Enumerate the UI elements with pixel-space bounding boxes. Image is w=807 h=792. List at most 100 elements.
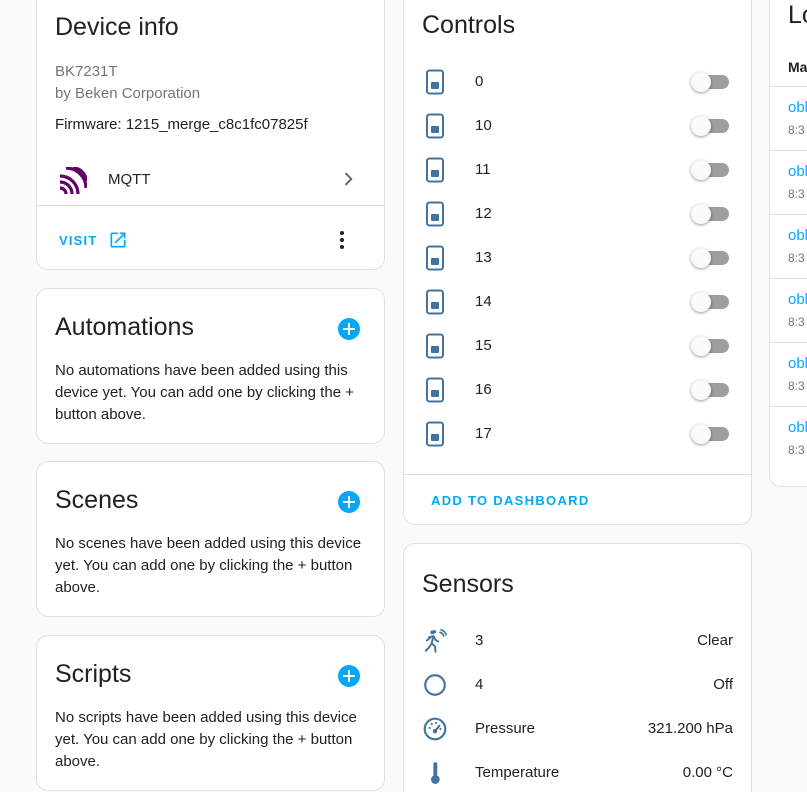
sensor-value: 0.00 °C: [682, 764, 733, 781]
scenes-empty-text: No scenes have been added using this dev…: [55, 535, 362, 596]
control-label: 10: [475, 117, 492, 134]
circle-outline-icon: [424, 674, 446, 696]
automations-card: Automations No automations have been add…: [36, 288, 385, 444]
sensor-row[interactable]: Pressure 321.200 hPa: [404, 707, 751, 751]
logbook-entry-name[interactable]: obl: [788, 227, 807, 244]
scenes-title: Scenes: [55, 486, 139, 514]
logbook-entry-time: 8:3: [788, 379, 805, 393]
control-label: 16: [475, 381, 492, 398]
light-switch-icon: [426, 377, 444, 403]
sensor-value: Clear: [697, 632, 733, 649]
control-toggle[interactable]: [691, 292, 729, 312]
gauge-icon: [423, 717, 447, 741]
sensor-label: Pressure: [475, 720, 536, 737]
control-label: 12: [475, 205, 492, 222]
logbook-card: Lo Ma obl 8:3 obl 8:3 obl 8:3 obl 8:3 ob…: [769, 0, 807, 487]
add-script-button[interactable]: [338, 665, 360, 687]
light-switch-icon: [426, 201, 444, 227]
logbook-entry[interactable]: obl 8:3: [770, 406, 807, 470]
device-info-title: Device info: [55, 13, 179, 41]
open-in-new-icon: [110, 232, 126, 248]
control-row[interactable]: 14: [404, 280, 751, 324]
sensor-row[interactable]: Temperature 0.00 °C: [404, 751, 751, 792]
logbook-entry[interactable]: obl 8:3: [770, 214, 807, 278]
control-toggle[interactable]: [691, 336, 729, 356]
scripts-empty-text: No scripts have been added using this de…: [55, 709, 357, 770]
mqtt-logo-icon: [59, 167, 87, 195]
control-row[interactable]: 13: [404, 236, 751, 280]
control-row[interactable]: 12: [404, 192, 751, 236]
control-toggle[interactable]: [691, 204, 729, 224]
add-scene-button[interactable]: [338, 491, 360, 513]
logbook-entry[interactable]: obl 8:3: [770, 150, 807, 214]
sensors-list: 3 Clear 4 Off Pressure 321.200 hPa Tempe…: [404, 619, 751, 792]
control-row[interactable]: 17: [404, 412, 751, 456]
logbook-entry-name[interactable]: obl: [788, 99, 807, 116]
light-switch-icon: [426, 69, 444, 95]
control-toggle[interactable]: [691, 424, 729, 444]
integration-mqtt-row[interactable]: MQTT: [37, 157, 384, 203]
sensor-row[interactable]: 4 Off: [404, 663, 751, 707]
control-row[interactable]: 16: [404, 368, 751, 412]
logbook-entry-time: 8:3: [788, 251, 805, 265]
controls-card: Controls 0 10 11 12 13 14 15 16 17 ADD T…: [403, 0, 752, 525]
control-label: 13: [475, 249, 492, 266]
control-row[interactable]: 0: [404, 60, 751, 104]
chevron-right-icon: [344, 172, 353, 186]
light-switch-icon: [426, 333, 444, 359]
control-label: 15: [475, 337, 492, 354]
logbook-entry-time: 8:3: [788, 187, 805, 201]
logbook-entry-name[interactable]: obl: [788, 291, 807, 308]
light-switch-icon: [426, 157, 444, 183]
integration-label: MQTT: [108, 171, 151, 188]
control-toggle[interactable]: [691, 160, 729, 180]
automations-empty-text: No automations have been added using thi…: [55, 362, 354, 423]
logbook-entry-time: 8:3: [788, 123, 805, 137]
scripts-card: Scripts No scripts have been added using…: [36, 635, 385, 791]
device-firmware: Firmware: 1215_merge_c8c1fc07825f: [55, 116, 308, 133]
control-toggle[interactable]: [691, 72, 729, 92]
logbook-entry[interactable]: obl 8:3: [770, 342, 807, 406]
control-row[interactable]: 15: [404, 324, 751, 368]
controls-footer: ADD TO DASHBOARD: [404, 474, 751, 524]
light-switch-icon: [426, 245, 444, 271]
control-toggle[interactable]: [691, 380, 729, 400]
add-automation-button[interactable]: [338, 318, 360, 340]
logbook-entry-name[interactable]: obl: [788, 419, 807, 436]
logbook-entry-name[interactable]: obl: [788, 163, 807, 180]
logbook-entry[interactable]: obl 8:3: [770, 278, 807, 342]
control-label: 14: [475, 293, 492, 310]
controls-title: Controls: [422, 11, 516, 39]
scripts-title: Scripts: [55, 660, 132, 688]
sensor-label: Temperature: [475, 764, 560, 781]
sensor-label: 4: [475, 676, 484, 693]
add-to-dashboard-button[interactable]: ADD TO DASHBOARD: [431, 493, 590, 508]
logbook-entry-time: 8:3: [788, 443, 805, 457]
light-switch-icon: [426, 421, 444, 447]
logbook-list: obl 8:3 obl 8:3 obl 8:3 obl 8:3 obl 8:3 …: [770, 86, 807, 470]
logbook-entry[interactable]: obl 8:3: [770, 86, 807, 150]
control-toggle[interactable]: [691, 116, 729, 136]
thermometer-icon: [430, 762, 440, 784]
sensor-value: Off: [713, 676, 733, 693]
sensors-card: Sensors 3 Clear 4 Off Pressure 321.200 h…: [403, 543, 752, 792]
device-info-card: Device info BK7231T by Beken Corporation…: [36, 0, 385, 270]
device-manufacturer: by Beken Corporation: [55, 85, 201, 102]
sensor-row[interactable]: 3 Clear: [404, 619, 751, 663]
logbook-date-header: Ma: [788, 59, 807, 75]
more-vert-icon[interactable]: [330, 228, 354, 252]
logbook-title: Lo: [788, 1, 807, 29]
visit-button[interactable]: VISIT: [59, 228, 128, 252]
logbook-entry-time: 8:3: [788, 315, 805, 329]
sensor-value: 321.200 hPa: [647, 720, 733, 737]
control-row[interactable]: 11: [404, 148, 751, 192]
logbook-entry-name[interactable]: obl: [788, 355, 807, 372]
control-row[interactable]: 10: [404, 104, 751, 148]
automations-title: Automations: [55, 313, 194, 341]
control-label: 0: [475, 73, 484, 90]
scenes-card: Scenes No scenes have been added using t…: [36, 461, 385, 617]
control-toggle[interactable]: [691, 248, 729, 268]
sensors-title: Sensors: [422, 570, 514, 598]
device-info-actions: VISIT: [37, 205, 384, 269]
controls-list: 0 10 11 12 13 14 15 16 17: [404, 60, 751, 456]
